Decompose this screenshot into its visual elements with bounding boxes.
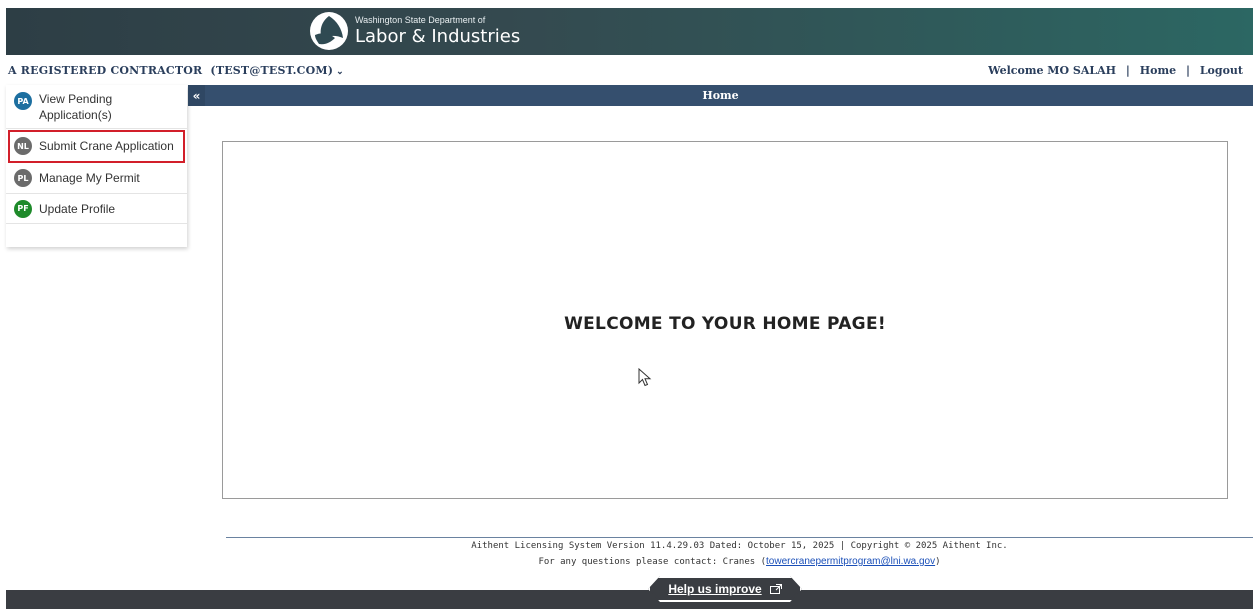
- home-link[interactable]: Home: [1140, 64, 1176, 77]
- logo-subtitle: Washington State Department of: [355, 15, 486, 25]
- sidebar-item-update-profile[interactable]: PF Update Profile: [6, 194, 187, 224]
- page-title-bar: Home: [188, 85, 1253, 106]
- welcome-text: Welcome MO SALAH: [988, 64, 1117, 77]
- logout-link[interactable]: Logout: [1200, 64, 1243, 77]
- pa-badge-icon: PA: [14, 92, 32, 110]
- account-name: A REGISTERED CONTRACTOR (TEST@TEST.COM): [8, 64, 334, 77]
- header-banner: Washington State Department of Labor & I…: [6, 8, 1253, 55]
- help-us-improve-button[interactable]: Help us improve: [650, 578, 800, 600]
- account-dropdown[interactable]: A REGISTERED CONTRACTOR (TEST@TEST.COM) ⌄: [8, 64, 344, 77]
- version-info: Aithent Licensing System Version 11.4.29…: [471, 541, 1008, 551]
- lni-logo[interactable]: Washington State Department of Labor & I…: [309, 10, 520, 52]
- sidebar-item-label: View Pending Application(s): [39, 92, 113, 122]
- sidebar-item-label: Update Profile: [39, 201, 116, 216]
- contact-suffix: ): [935, 557, 941, 567]
- contact-prefix: For any questions please contact: Cranes…: [538, 557, 767, 567]
- pf-badge-icon: PF: [14, 199, 32, 218]
- bottom-bar: [6, 590, 1253, 609]
- mouse-cursor-icon: [638, 368, 652, 387]
- page-title: Home: [702, 89, 739, 102]
- user-links: Welcome MO SALAH | Home | Logout: [988, 64, 1243, 77]
- pl-badge-icon: PL: [14, 169, 32, 187]
- sidebar-item-label: Manage My Permit: [39, 171, 140, 185]
- account-bar: A REGISTERED CONTRACTOR (TEST@TEST.COM) ⌄…: [0, 58, 1253, 84]
- collapse-sidebar-button[interactable]: «: [188, 85, 205, 106]
- nl-badge-icon: NL: [14, 137, 32, 155]
- sidebar-item-label: Submit Crane Application: [39, 139, 174, 153]
- home-content-panel: WELCOME TO YOUR HOME PAGE!: [222, 141, 1228, 499]
- help-label: Help us improve: [668, 582, 762, 596]
- sidebar-item-manage-my-permit[interactable]: PL Manage My Permit: [6, 163, 187, 194]
- welcome-heading: WELCOME TO YOUR HOME PAGE!: [564, 314, 886, 334]
- footer-divider: [226, 537, 1253, 538]
- sidebar-item-view-pending-applications[interactable]: PA View Pending Application(s): [6, 85, 187, 129]
- link-separator: |: [1125, 64, 1130, 77]
- contact-info: For any questions please contact: Cranes…: [226, 556, 1253, 567]
- sidebar-menu: PA View Pending Application(s) NL Submit…: [6, 85, 187, 247]
- link-separator: |: [1185, 64, 1190, 77]
- contact-email-link[interactable]: towercranepermitprogram@lni.wa.gov: [766, 556, 935, 567]
- lni-logo-icon: [310, 12, 348, 50]
- chevron-down-icon: ⌄: [336, 67, 344, 77]
- external-link-icon: [769, 584, 782, 594]
- sidebar-item-submit-crane-application[interactable]: NL Submit Crane Application: [8, 130, 185, 163]
- logo-title: Labor & Industries: [355, 26, 521, 47]
